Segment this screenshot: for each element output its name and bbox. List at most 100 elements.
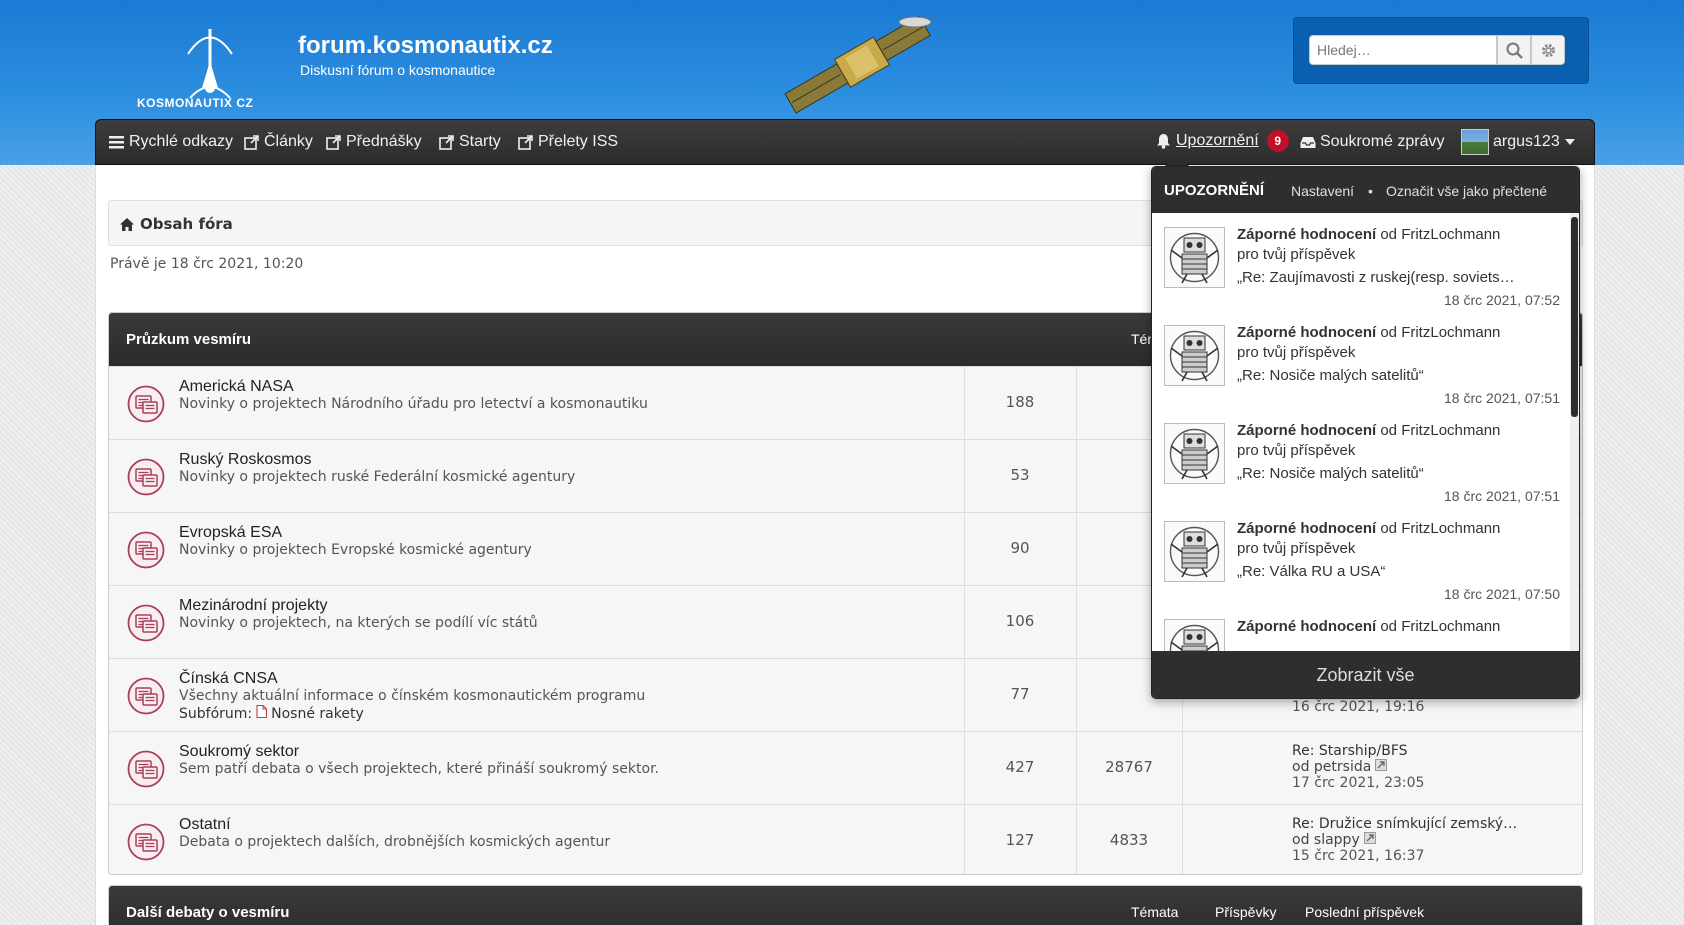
notification-date: 18 črc 2021, 07:50 [1444,586,1560,602]
last-post-date: 16 črc 2021, 19:16 [1292,699,1425,715]
search-icon [1506,42,1523,59]
last-post-date: 17 črc 2021, 23:05 [1292,775,1425,791]
satellite-image [784,15,932,114]
quick-links-menu[interactable]: Rychlé odkazy [108,133,233,151]
quick-links-label: Rychlé odkazy [129,133,234,150]
forum-title-link[interactable]: Čínská CNSA [179,670,278,688]
notification-date: 18 črc 2021, 07:51 [1444,390,1560,406]
forum-row[interactable]: Soukromý sektor Sem patří debata o všech … [109,731,1582,804]
subforum-label: Subfórum: [179,705,253,722]
notification-quote: „Re: Nosiče malých satelitů“ [1237,367,1424,384]
notification-type: Záporné hodnocení [1237,226,1377,243]
col-posts-header: Příspěvky [1215,904,1277,920]
column-divider [964,732,965,804]
notification-item[interactable]: Záporné hodnocení od FritzLochmann pro tv… [1152,507,1570,612]
last-post-title-link[interactable]: Re: Starship/BFS [1292,743,1424,759]
mark-all-read-link[interactable]: Označit vše jako přečtené [1386,183,1547,199]
forum-title-link[interactable]: Mezinárodní projekty [179,597,328,615]
forum-title-link[interactable]: Evropská ESA [179,524,282,542]
user-menu[interactable]: argus123 [1461,129,1576,155]
lectures-label: Přednášky [346,133,422,150]
notifications-title: UPOZORNĚNÍ [1164,182,1265,199]
nav-link-launches[interactable]: Starty [438,133,501,151]
notification-item[interactable]: Záporné hodnocení od FritzLochmann pro tv… [1152,213,1570,318]
last-post-author-link[interactable]: od slappy [1292,832,1360,848]
last-post-author-link[interactable]: od petrsida [1292,759,1371,775]
notification-settings-link[interactable]: Nastavení [1291,183,1354,199]
forum-read-icon [127,385,165,423]
external-link-icon [325,134,342,151]
nav-link-iss-passes[interactable]: Přelety ISS [517,133,618,151]
private-messages-label: Soukromé zprávy [1320,133,1445,150]
column-divider [1076,586,1077,658]
breadcrumb[interactable]: Obsah fóra [119,215,233,233]
advanced-search-button[interactable] [1531,35,1565,65]
notification-item[interactable]: Záporné hodnocení od FritzLochmann [1152,605,1570,651]
topics-count: 106 [1005,612,1035,630]
iss-passes-label: Přelety ISS [538,133,619,150]
notification-type: Záporné hodnocení [1237,324,1377,341]
topics-count: 127 [1005,831,1035,849]
last-post-title-link[interactable]: Re: Družice snímkující zemský… [1292,816,1517,832]
forum-description: Debata o projektech dalších, drobnějších… [179,834,611,850]
notification-target: pro tvůj příspěvek [1237,442,1356,459]
logo-text: KOSMONAUTIX CZ [137,96,254,110]
forum-title-link[interactable]: Ruský Roskosmos [179,451,311,469]
notification-type: Záporné hodnocení [1237,422,1377,439]
forum-title-link[interactable]: Americká NASA [179,378,294,396]
notification-sender: od FritzLochmann [1380,520,1501,537]
avatar [1461,129,1489,155]
section-title[interactable]: Průzkum vesmíru [126,331,251,348]
notification-avatar [1164,521,1225,582]
subforum-page-icon [256,704,268,722]
show-all-notifications-button[interactable]: Zobrazit vše [1152,651,1579,698]
notification-text: Záporné hodnocení od FritzLochmann pro tv… [1237,519,1562,559]
view-latest-post-icon[interactable] [1363,832,1376,848]
notifications-dropdown: UPOZORNĚNÍ Nastavení • Označit vše jako … [1151,166,1580,699]
last-post-author: od petrsida [1292,759,1424,775]
site-title[interactable]: forum.kosmonautix.cz [298,32,553,60]
forum-description: Sem patří debata o všech projektech, kte… [179,761,659,777]
notification-target: pro tvůj příspěvek [1237,540,1356,557]
notifications-header: UPOZORNĚNÍ Nastavení • Označit vše jako … [1152,167,1579,213]
nav-link-articles[interactable]: Články [243,133,313,151]
topics-count: 90 [1010,539,1030,557]
inbox-icon [1299,134,1316,151]
nav-link-lectures[interactable]: Přednášky [325,133,422,151]
section-title[interactable]: Další debaty o vesmíru [126,904,289,921]
site-description: Diskusní fórum o kosmonautice [300,62,496,78]
notification-text: Záporné hodnocení od FritzLochmann pro tv… [1237,421,1562,461]
topics-count: 77 [1010,685,1030,703]
column-divider [1182,732,1183,804]
scrollbar-thumb[interactable] [1571,217,1578,417]
notification-sender: od FritzLochmann [1380,618,1501,635]
column-divider [1182,805,1183,874]
notification-item[interactable]: Záporné hodnocení od FritzLochmann pro tv… [1152,311,1570,416]
separator-dot: • [1368,183,1373,199]
topics-count: 53 [1010,466,1030,484]
private-messages-link[interactable]: Soukromé zprávy [1299,133,1445,151]
forum-title-link[interactable]: Ostatní [179,816,231,834]
bell-icon [1155,133,1172,150]
col-last-post-header: Poslední příspěvek [1305,904,1425,920]
forum-section-other-debates: Další debaty o vesmíru Témata Příspěvky … [108,885,1583,925]
forum-read-icon [127,531,165,569]
launches-label: Starty [459,133,501,150]
notifications-count-badge: 9 [1266,130,1289,152]
forum-description: Všechny aktuální informace o čínském kos… [179,688,646,704]
notification-avatar [1164,325,1225,386]
search-button[interactable] [1497,35,1531,65]
notification-item[interactable]: Záporné hodnocení od FritzLochmann pro tv… [1152,409,1570,514]
view-latest-post-icon[interactable] [1375,759,1388,775]
forum-title-link[interactable]: Soukromý sektor [179,743,299,761]
notification-type: Záporné hodnocení [1237,618,1377,635]
notifications-toggle[interactable]: Upozornění 9 [1155,130,1289,152]
search-input[interactable] [1309,35,1497,65]
external-link-icon [517,134,534,151]
forum-read-icon [127,677,165,715]
subforum-link[interactable]: Nosné rakety [271,706,364,722]
column-divider [1076,732,1077,804]
last-post-date: 15 črc 2021, 16:37 [1292,848,1425,864]
forum-row[interactable]: Ostatní Debata o projektech dalších, drob… [109,804,1582,874]
dropdown-pointer [1164,153,1190,167]
